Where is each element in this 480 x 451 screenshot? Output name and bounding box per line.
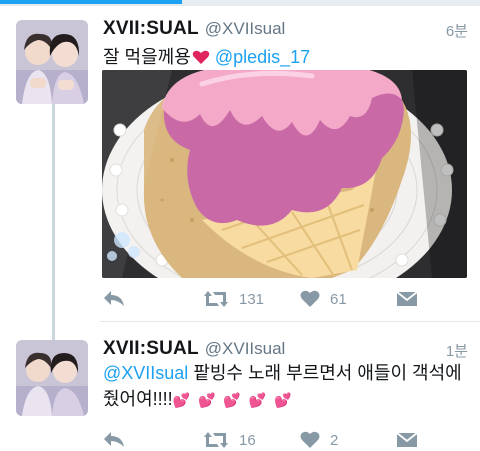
tweet-actions: 16 2: [103, 428, 443, 451]
mention-link[interactable]: @pledis_17: [215, 47, 310, 67]
tweet-text: 잘 먹을께용 @pledis_17: [103, 44, 468, 70]
like-count: 2: [330, 431, 339, 449]
avatar[interactable]: [16, 20, 88, 104]
tweet-actions: 131 61: [103, 287, 443, 311]
dm-button[interactable]: [396, 428, 418, 451]
heart-emoji-icon: [191, 47, 210, 67]
tweet-divider: [100, 321, 480, 322]
like-icon: [300, 431, 320, 449]
reply-button[interactable]: [103, 428, 135, 451]
top-progress-bar: [0, 0, 480, 6]
tweet-text-line: @XVIIsual 팥빙수 노래 부르면서 애들이 객석에: [103, 360, 468, 386]
tweet-header: XVII:SUAL @XVIIsual 6분: [103, 18, 468, 44]
tweet-text-body: 줬어여!!!!: [103, 389, 173, 409]
handle[interactable]: @XVIIsual: [205, 339, 286, 358]
avatar[interactable]: [16, 340, 88, 416]
tweet-card[interactable]: XVII:SUAL @XVIIsual 6분 잘 먹을께용 @pledis_17: [0, 10, 480, 320]
like-button[interactable]: 2: [300, 428, 338, 451]
display-name[interactable]: XVII:SUAL: [103, 18, 199, 39]
mention-link[interactable]: @XVIIsual: [103, 363, 188, 383]
heart-emojis: 💕 💕 💕 💕 💕: [172, 392, 294, 408]
display-name[interactable]: XVII:SUAL: [103, 338, 199, 359]
like-button[interactable]: 61: [300, 287, 347, 311]
retweet-button[interactable]: 131: [203, 287, 264, 311]
tweet-text-body: 팥빙수 노래 부르면서 애들이 객석에: [188, 363, 462, 383]
tweet-card[interactable]: XVII:SUAL @XVIIsual 1분 @XVIIsual 팥빙수 노래 부…: [0, 330, 480, 451]
dm-icon: [396, 290, 418, 308]
tweet-text-line: 줬어여!!!!💕 💕 💕 💕 💕: [103, 386, 468, 413]
retweet-button[interactable]: 16: [203, 428, 256, 451]
tweet-text: @XVIIsual 팥빙수 노래 부르면서 애들이 객석에 줬어여!!!!💕 💕…: [103, 360, 468, 413]
like-icon: [300, 290, 320, 308]
retweet-count: 16: [239, 431, 256, 449]
handle[interactable]: @XVIIsual: [205, 19, 286, 38]
progress-fill: [0, 0, 183, 4]
reply-icon: [103, 431, 125, 449]
tweet-photo[interactable]: [102, 70, 467, 278]
timestamp[interactable]: 6분: [446, 20, 468, 41]
like-count: 61: [330, 290, 347, 308]
retweet-icon: [203, 431, 229, 449]
dm-button[interactable]: [396, 287, 418, 311]
reply-button[interactable]: [103, 287, 135, 311]
timestamp[interactable]: 1분: [446, 340, 468, 361]
retweet-count: 131: [239, 290, 265, 308]
tweet-text-body: 잘 먹을께용: [103, 47, 191, 67]
reply-icon: [103, 290, 125, 308]
dm-icon: [396, 431, 418, 449]
retweet-icon: [203, 290, 229, 308]
